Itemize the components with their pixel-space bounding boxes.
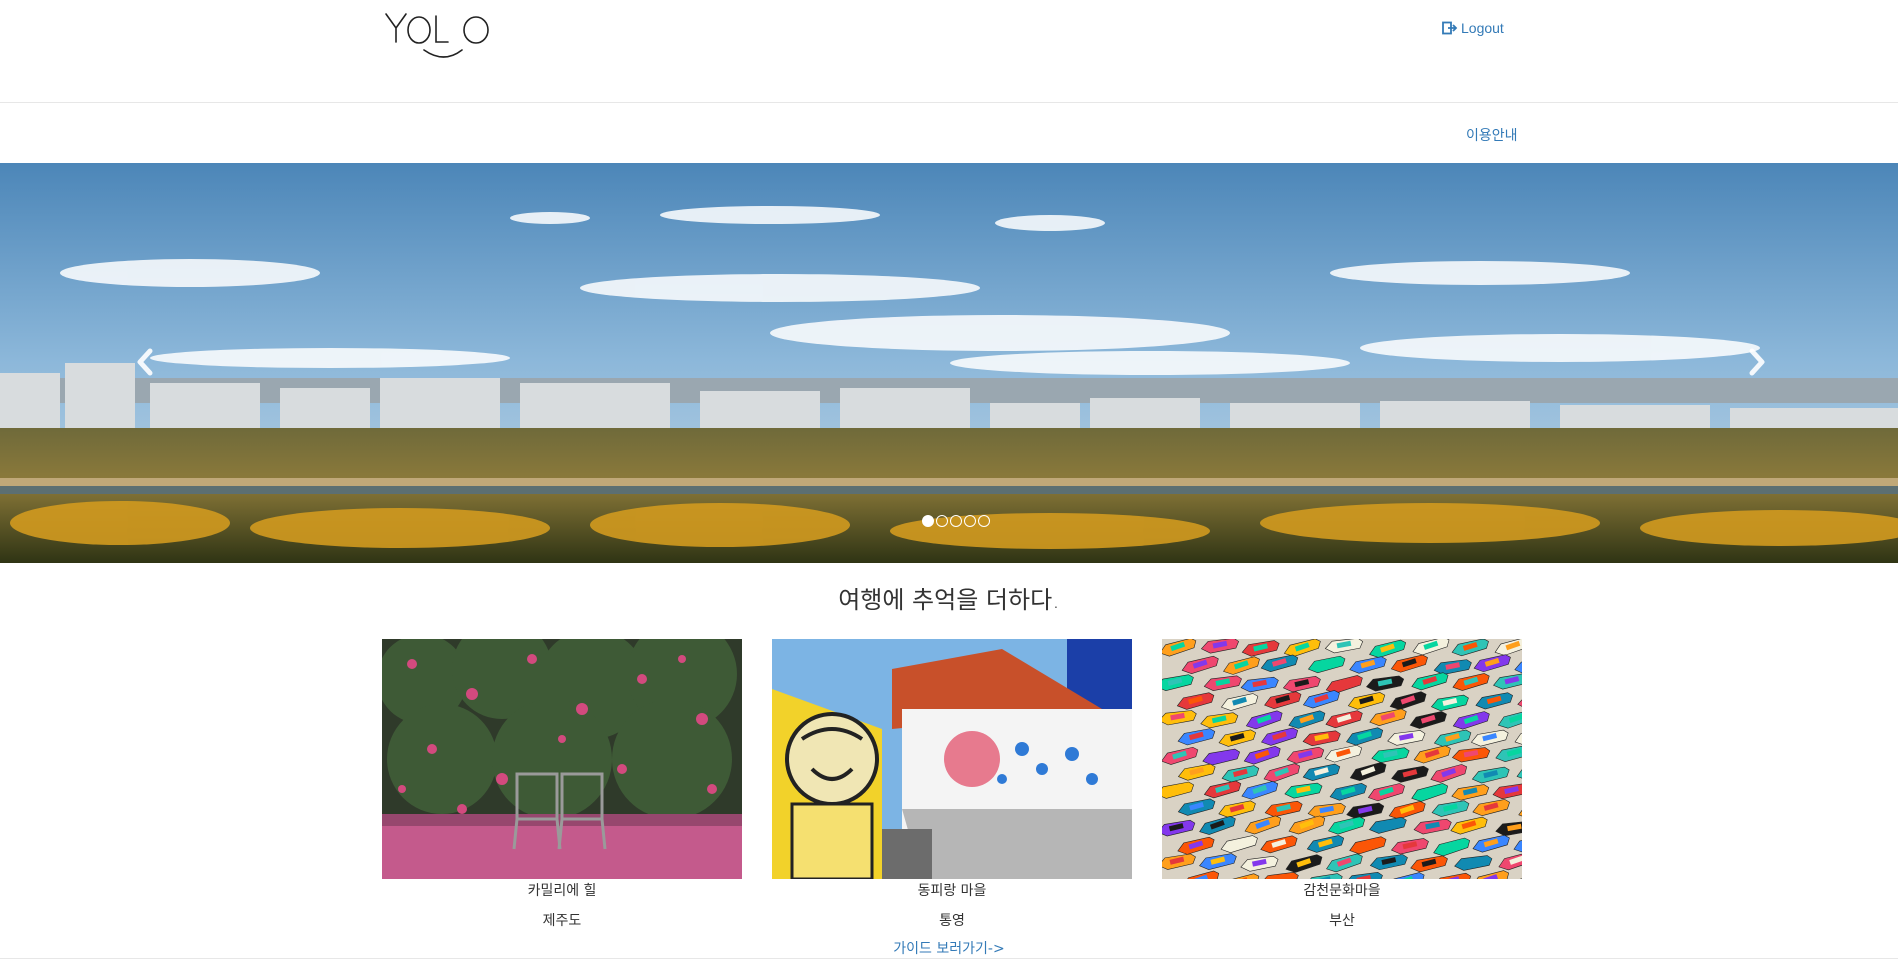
destination-region: 부산 xyxy=(1329,913,1355,929)
carousel-indicator[interactable] xyxy=(950,515,962,527)
logo[interactable] xyxy=(384,10,492,60)
carousel-indicator[interactable] xyxy=(964,515,976,527)
destination-name: 카밀리에 힐 xyxy=(527,883,597,899)
section-title: 여행에 추억을 더하다. xyxy=(838,586,1060,614)
carousel-next-button[interactable] xyxy=(1737,337,1777,387)
carousel-prev-button[interactable] xyxy=(125,337,165,387)
logout-link[interactable]: Logout xyxy=(1442,20,1504,36)
logout-icon xyxy=(1442,21,1458,35)
carousel-indicator[interactable] xyxy=(978,515,990,527)
carousel-image xyxy=(0,163,1898,563)
destination-region: 통영 xyxy=(939,913,965,929)
main-nav: 이용안내 xyxy=(0,103,1898,163)
destination-image[interactable] xyxy=(1162,639,1522,879)
carousel-indicator[interactable] xyxy=(936,515,948,527)
carousel-indicator[interactable] xyxy=(922,515,934,527)
destination-card[interactable]: 동피랑 마을 통영 xyxy=(772,639,1132,931)
divider xyxy=(0,958,1898,959)
destination-card[interactable]: 카밀리에 힐 제주도 xyxy=(382,639,742,931)
destination-image[interactable] xyxy=(382,639,742,879)
carousel-indicators xyxy=(922,515,990,527)
destination-name: 감천문화마을 xyxy=(1303,883,1381,899)
chevron-left-icon xyxy=(137,348,153,376)
nav-item-guide[interactable]: 이용안내 xyxy=(1466,125,1518,145)
destination-card[interactable]: 감천문화마을 부산 xyxy=(1162,639,1522,931)
logout-label: Logout xyxy=(1461,20,1504,36)
destination-region: 제주도 xyxy=(542,913,582,929)
destination-image[interactable] xyxy=(772,639,1132,879)
chevron-right-icon xyxy=(1749,348,1765,376)
guide-more-link[interactable]: 가이드 보러가기-> xyxy=(0,938,1898,958)
hero-carousel[interactable] xyxy=(0,163,1898,563)
header: Logout xyxy=(0,0,1898,103)
destination-name: 동피랑 마을 xyxy=(917,883,987,899)
